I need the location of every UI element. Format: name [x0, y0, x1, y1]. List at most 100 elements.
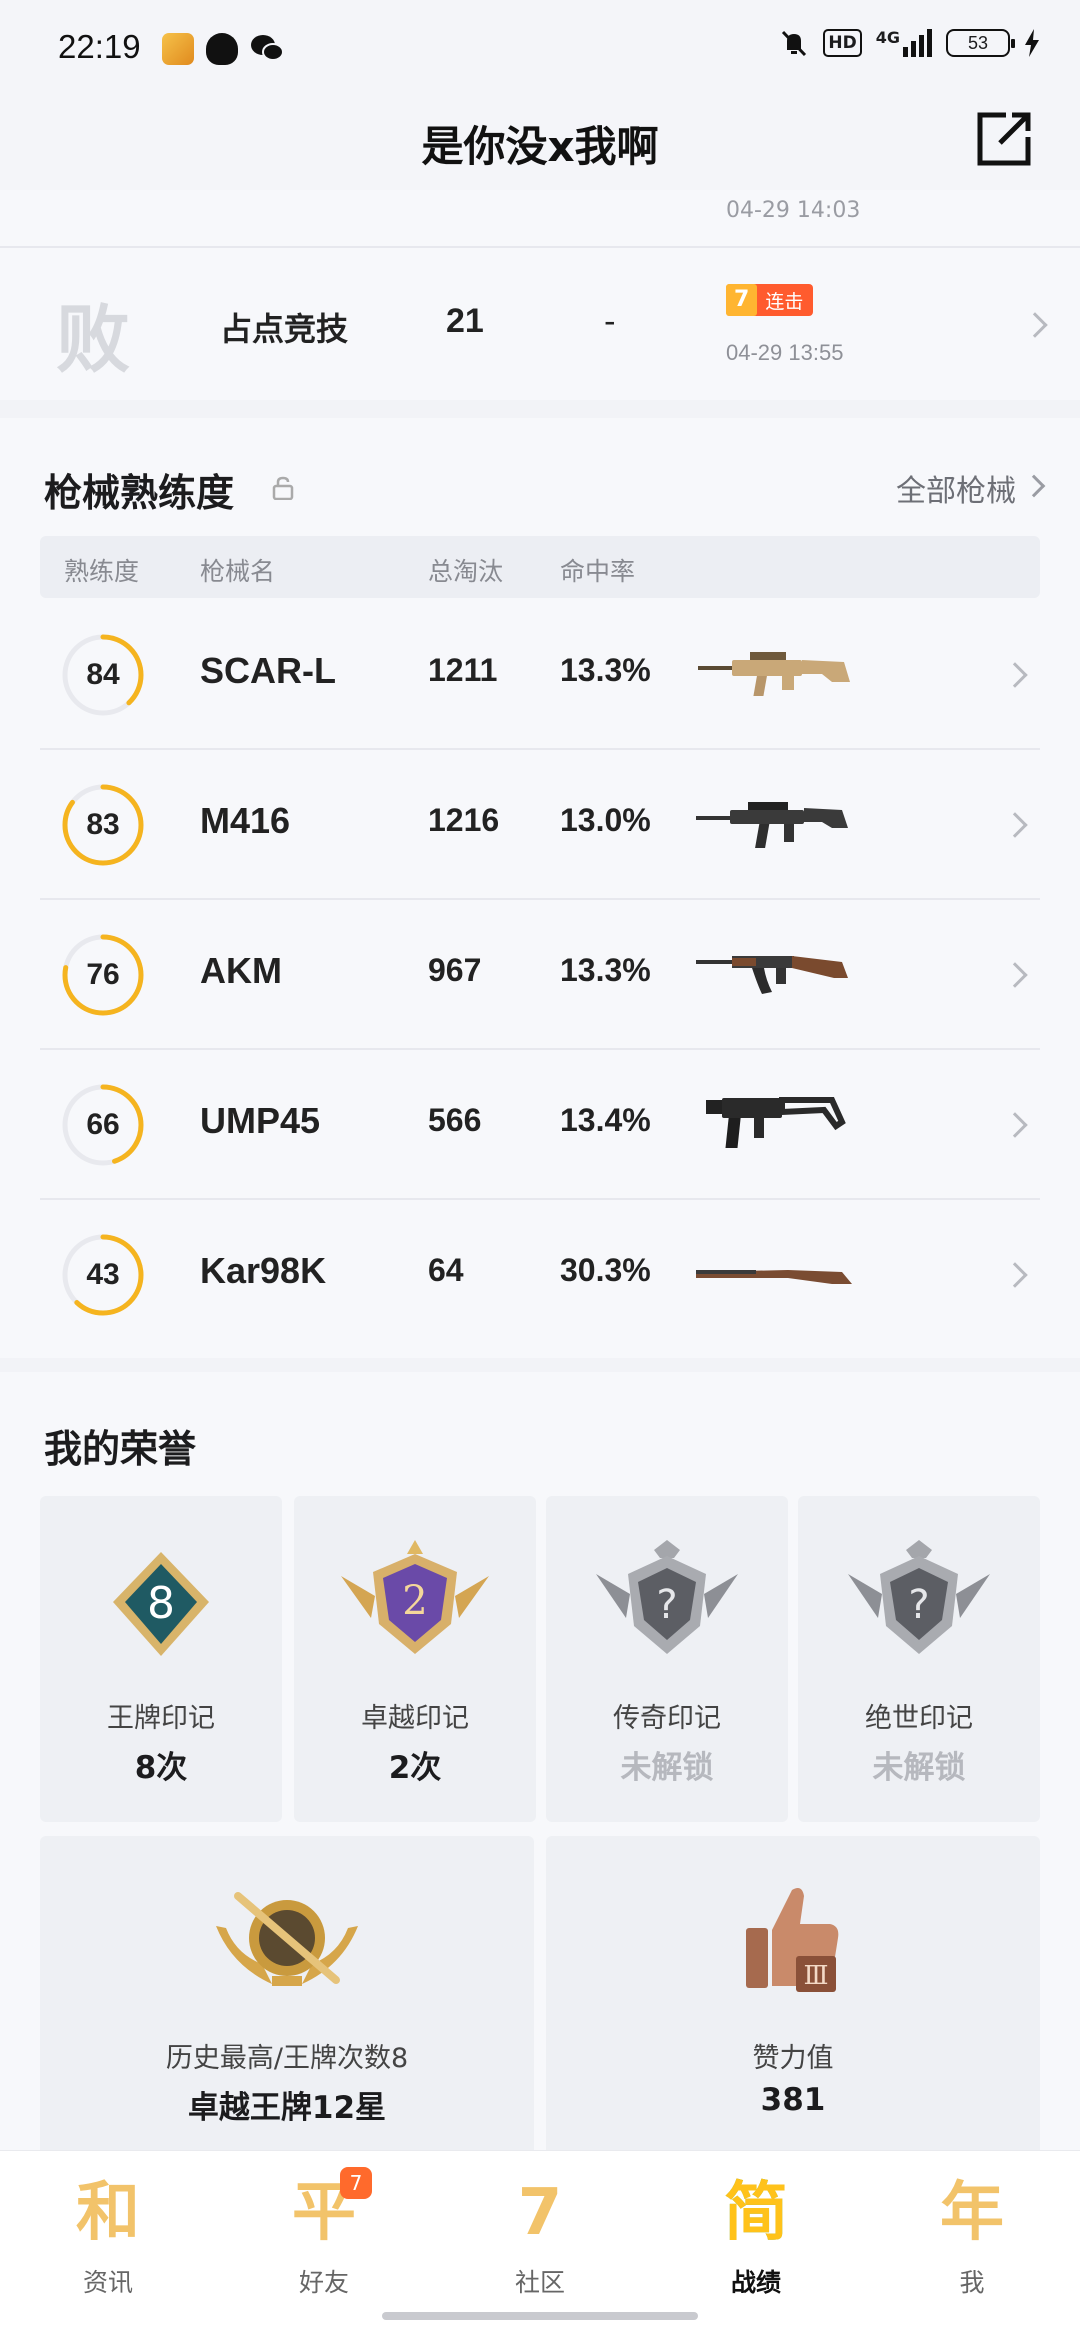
honor-value: 未解锁 [620, 1750, 714, 1786]
news-tab-icon: 和 [76, 2176, 140, 2250]
lock-icon [272, 476, 294, 500]
tab-label: 好友 [298, 2268, 349, 2297]
column-header: 总淘汰 [428, 557, 504, 586]
tab-me[interactable]: 年 我 [902, 2173, 1042, 2323]
honor-label: 卓越印记 [361, 1703, 469, 1734]
weapon-proficiency-section: 枪械熟练度 全部枪械 熟练度 枪械名 总淘汰 命中率 84 SCAR-L 121… [0, 418, 1080, 1358]
all-weapons-link[interactable]: 全部枪械 [896, 466, 1016, 510]
match-time: 04-29 14:03 [726, 198, 861, 223]
hd-badge: HD [823, 29, 862, 57]
signal-icon [903, 29, 932, 57]
thumbs-up-icon: Ⅲ [746, 1888, 839, 1992]
friends-tab-icon: 平 [292, 2176, 356, 2250]
m416-rifle-icon [696, 802, 848, 848]
badge-text: ? [908, 1582, 929, 1628]
chevron-right-icon [1002, 662, 1028, 688]
match-row[interactable]: 败 占点竞技 21 - 7 连击 04-29 13:55 [0, 258, 1080, 393]
legend-mark-tile[interactable]: ? 传奇印记 未解锁 [546, 1496, 788, 1822]
ace-mark-tile[interactable]: 8 王牌印记 8次 [40, 1496, 282, 1822]
streak-count: 7 [726, 284, 758, 316]
records-tab-icon: 简 [724, 2176, 788, 2250]
badge-text: 2 [402, 1578, 427, 1624]
best-rank-tile[interactable]: 历史最高/王牌次数8 卓越王牌12星 [40, 1836, 534, 2162]
weapon-kills: 1216 [428, 802, 500, 838]
weapon-hit-rate: 13.4% [560, 1102, 651, 1138]
honor-value: 381 [760, 2082, 826, 2118]
weapon-row[interactable]: 43 Kar98K 64 30.3% [40, 1200, 1040, 1350]
weapon-hit-rate: 13.3% [560, 952, 651, 988]
proficiency-value: 84 [86, 658, 120, 691]
network-label: 4G [875, 28, 900, 47]
tab-records[interactable]: 简 战绩 [686, 2173, 826, 2323]
chevron-right-icon [1022, 312, 1048, 338]
effort-value-tile[interactable]: Ⅲ 赞力值 381 [546, 1836, 1040, 2162]
ace-rank-emblem-icon [216, 1892, 358, 1986]
share-icon [977, 112, 1031, 166]
match-result: 败 [56, 297, 130, 383]
ace-mark-badge-icon: 8 [113, 1552, 209, 1656]
weapon-hit-rate: 13.3% [560, 652, 651, 688]
status-time: 22:19 [58, 28, 141, 65]
weapon-row[interactable]: 76 AKM 967 13.3% [40, 900, 1040, 1050]
status-bar: 22:19 HD 4G 53 [0, 0, 1080, 95]
me-tab-icon: 年 [940, 2176, 1004, 2250]
chevron-right-icon [1002, 1262, 1028, 1288]
excellent-mark-badge-icon: 2 [341, 1540, 489, 1654]
honor-label: 历史最高/王牌次数8 [165, 2043, 409, 2074]
match-kills: 21 [446, 302, 484, 340]
match-rank: - [604, 302, 616, 340]
tab-label: 资讯 [82, 2268, 133, 2297]
tab-label: 战绩 [730, 2268, 781, 2297]
weapon-name: UMP45 [200, 1100, 321, 1141]
mute-bell-icon [782, 30, 807, 57]
share-button[interactable] [972, 107, 1036, 171]
streak-label: 连击 [765, 290, 804, 313]
weapon-row[interactable]: 83 M416 1216 13.0% [40, 750, 1040, 900]
proficiency-value: 83 [86, 808, 120, 841]
peerless-mark-tile[interactable]: ? 绝世印记 未解锁 [798, 1496, 1040, 1822]
honor-label: 王牌印记 [107, 1703, 215, 1734]
weapon-table-header: 熟练度 枪械名 总淘汰 命中率 [40, 536, 1040, 598]
community-tab-icon: 7 [517, 2176, 563, 2250]
chevron-right-icon [1022, 474, 1046, 498]
column-header: 枪械名 [200, 557, 276, 586]
badge-text: 8 [147, 1578, 175, 1629]
legend-mark-locked-icon: ? [596, 1540, 738, 1654]
weapon-kills: 64 [428, 1252, 464, 1288]
notification-badge: 7 [340, 2167, 372, 2199]
charging-icon [1025, 29, 1039, 57]
proficiency-value: 76 [86, 958, 120, 991]
battery-indicator: 53 [946, 29, 1015, 57]
excellent-mark-tile[interactable]: 2 卓越印记 2次 [294, 1496, 536, 1822]
ump45-smg-icon [706, 1097, 846, 1148]
status-indicators: HD 4G 53 [779, 28, 1040, 58]
honor-label: 传奇印记 [613, 1703, 721, 1734]
weapon-kills: 566 [428, 1102, 482, 1138]
weapon-name: Kar98K [200, 1250, 327, 1291]
honor-label: 绝世印记 [865, 1703, 973, 1734]
honor-value: 2次 [388, 1750, 442, 1786]
badge-text: ? [656, 1582, 677, 1628]
honors-section: 我的荣誉 8 王牌印记 8次 2 卓越印记 2次 ? 传奇印记 未解锁 ? 绝世… [0, 1372, 1080, 2162]
weapon-row[interactable]: 66 UMP45 566 13.4% [40, 1050, 1040, 1200]
tab-news[interactable]: 和 资讯 [38, 2173, 178, 2323]
weapon-row[interactable]: 84 SCAR-L 1211 13.3% [40, 600, 1040, 750]
home-indicator[interactable] [382, 2312, 698, 2320]
section-title: 我的荣誉 [44, 1427, 197, 1471]
tab-label: 社区 [514, 2268, 565, 2297]
honor-label: 赞力值 [752, 2043, 834, 2074]
match-time: 04-29 13:55 [726, 340, 844, 365]
section-title: 枪械熟练度 [44, 471, 235, 515]
shield-app-icon [206, 33, 238, 65]
tab-community[interactable]: 7 社区 [470, 2173, 610, 2323]
tab-friends[interactable]: 平 7 好友 [254, 2167, 394, 2323]
weapon-name: M416 [200, 800, 291, 841]
scar-l-rifle-icon [698, 652, 850, 696]
match-row-partial[interactable]: 04-29 14:03 [0, 190, 1080, 248]
peerless-mark-locked-icon: ? [848, 1540, 990, 1654]
weapon-kills: 1211 [428, 652, 498, 688]
game-app-icon [162, 33, 194, 65]
match-list: 04-29 14:03 败 占点竞技 21 - 7 连击 04-29 13:55 [0, 190, 1080, 400]
weapon-kills: 967 [428, 952, 482, 988]
honor-value: 卓越王牌12星 [187, 2090, 387, 2126]
